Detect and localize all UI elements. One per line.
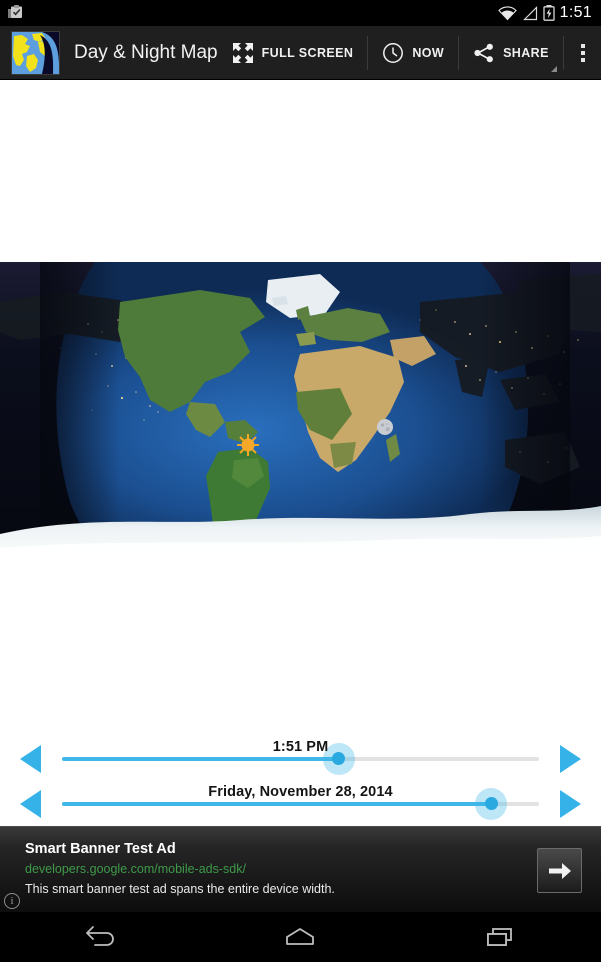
date-slider-fill [62, 801, 492, 806]
time-controls: 1:51 PM Friday, November 28, 2014 [0, 736, 601, 826]
date-prev-button[interactable] [20, 789, 41, 818]
date-slider-thumb[interactable] [475, 787, 508, 820]
fullscreen-expand-icon [232, 42, 254, 64]
sun-icon [237, 434, 259, 456]
overflow-dot [580, 50, 585, 55]
date-slider-label: Friday, November 28, 2014 [208, 784, 393, 800]
ad-url[interactable]: developers.google.com/mobile-ads-sdk/ [25, 862, 246, 876]
time-slider-fill [62, 756, 339, 761]
more-vertical-icon[interactable] [564, 26, 601, 80]
ad-cta-button[interactable] [537, 848, 582, 893]
time-slider-label: 1:51 PM [272, 739, 329, 755]
ad-info-badge[interactable]: i [4, 893, 20, 909]
day-night-world-map[interactable] [0, 262, 601, 568]
clipboard-check-icon [8, 5, 26, 21]
home-icon[interactable] [245, 912, 355, 962]
system-nav-bar [0, 912, 601, 962]
fullscreen-button-label: FULL SCREEN [261, 45, 354, 60]
date-next-button[interactable] [560, 789, 581, 818]
overflow-dot [580, 57, 585, 62]
status-bar: 1:51 [0, 0, 601, 26]
now-button[interactable]: NOW [368, 26, 458, 80]
recents-icon[interactable] [446, 912, 556, 962]
clock-icon [382, 42, 404, 64]
now-button-label: NOW [412, 45, 445, 60]
day-night-globe-icon[interactable] [11, 30, 60, 75]
back-icon[interactable] [45, 912, 155, 962]
share-dropdown-indicator [550, 65, 557, 72]
page-title: Day & Night Map [74, 41, 218, 63]
action-bar-buttons: FULL SCREEN NOW SHARE [218, 26, 601, 80]
time-slider-thumb[interactable] [322, 742, 355, 775]
share-icon [473, 42, 495, 64]
status-bar-system-icons: 1:51 [497, 4, 601, 22]
share-button-label: SHARE [503, 45, 549, 60]
battery-charging-icon [543, 5, 555, 21]
action-bar: Day & Night Map FULL SCREEN NOW SHARE [0, 26, 601, 80]
status-bar-notifications [0, 5, 26, 21]
moon-icon [377, 419, 393, 435]
share-button[interactable]: SHARE [459, 26, 563, 80]
app-root: 1:51 Day & Night Map FULL SCREEN NOW SHA… [0, 0, 601, 962]
wifi-icon [497, 5, 517, 21]
ad-banner[interactable]: Smart Banner Test Ad developers.google.c… [0, 826, 601, 912]
fullscreen-button[interactable]: FULL SCREEN [218, 26, 368, 80]
time-next-button[interactable] [560, 744, 581, 773]
ad-title: Smart Banner Test Ad [25, 841, 176, 857]
date-slider[interactable] [62, 787, 539, 820]
time-slider-row: 1:51 PM [0, 736, 601, 781]
ad-description: This smart banner test ad spans the enti… [25, 882, 335, 896]
arrow-right-icon [547, 860, 573, 882]
time-prev-button[interactable] [20, 744, 41, 773]
cell-signal-icon [522, 5, 538, 21]
date-slider-row: Friday, November 28, 2014 [0, 781, 601, 826]
time-slider[interactable] [62, 742, 539, 775]
overflow-dot [580, 43, 585, 48]
status-bar-clock: 1:51 [559, 4, 592, 21]
